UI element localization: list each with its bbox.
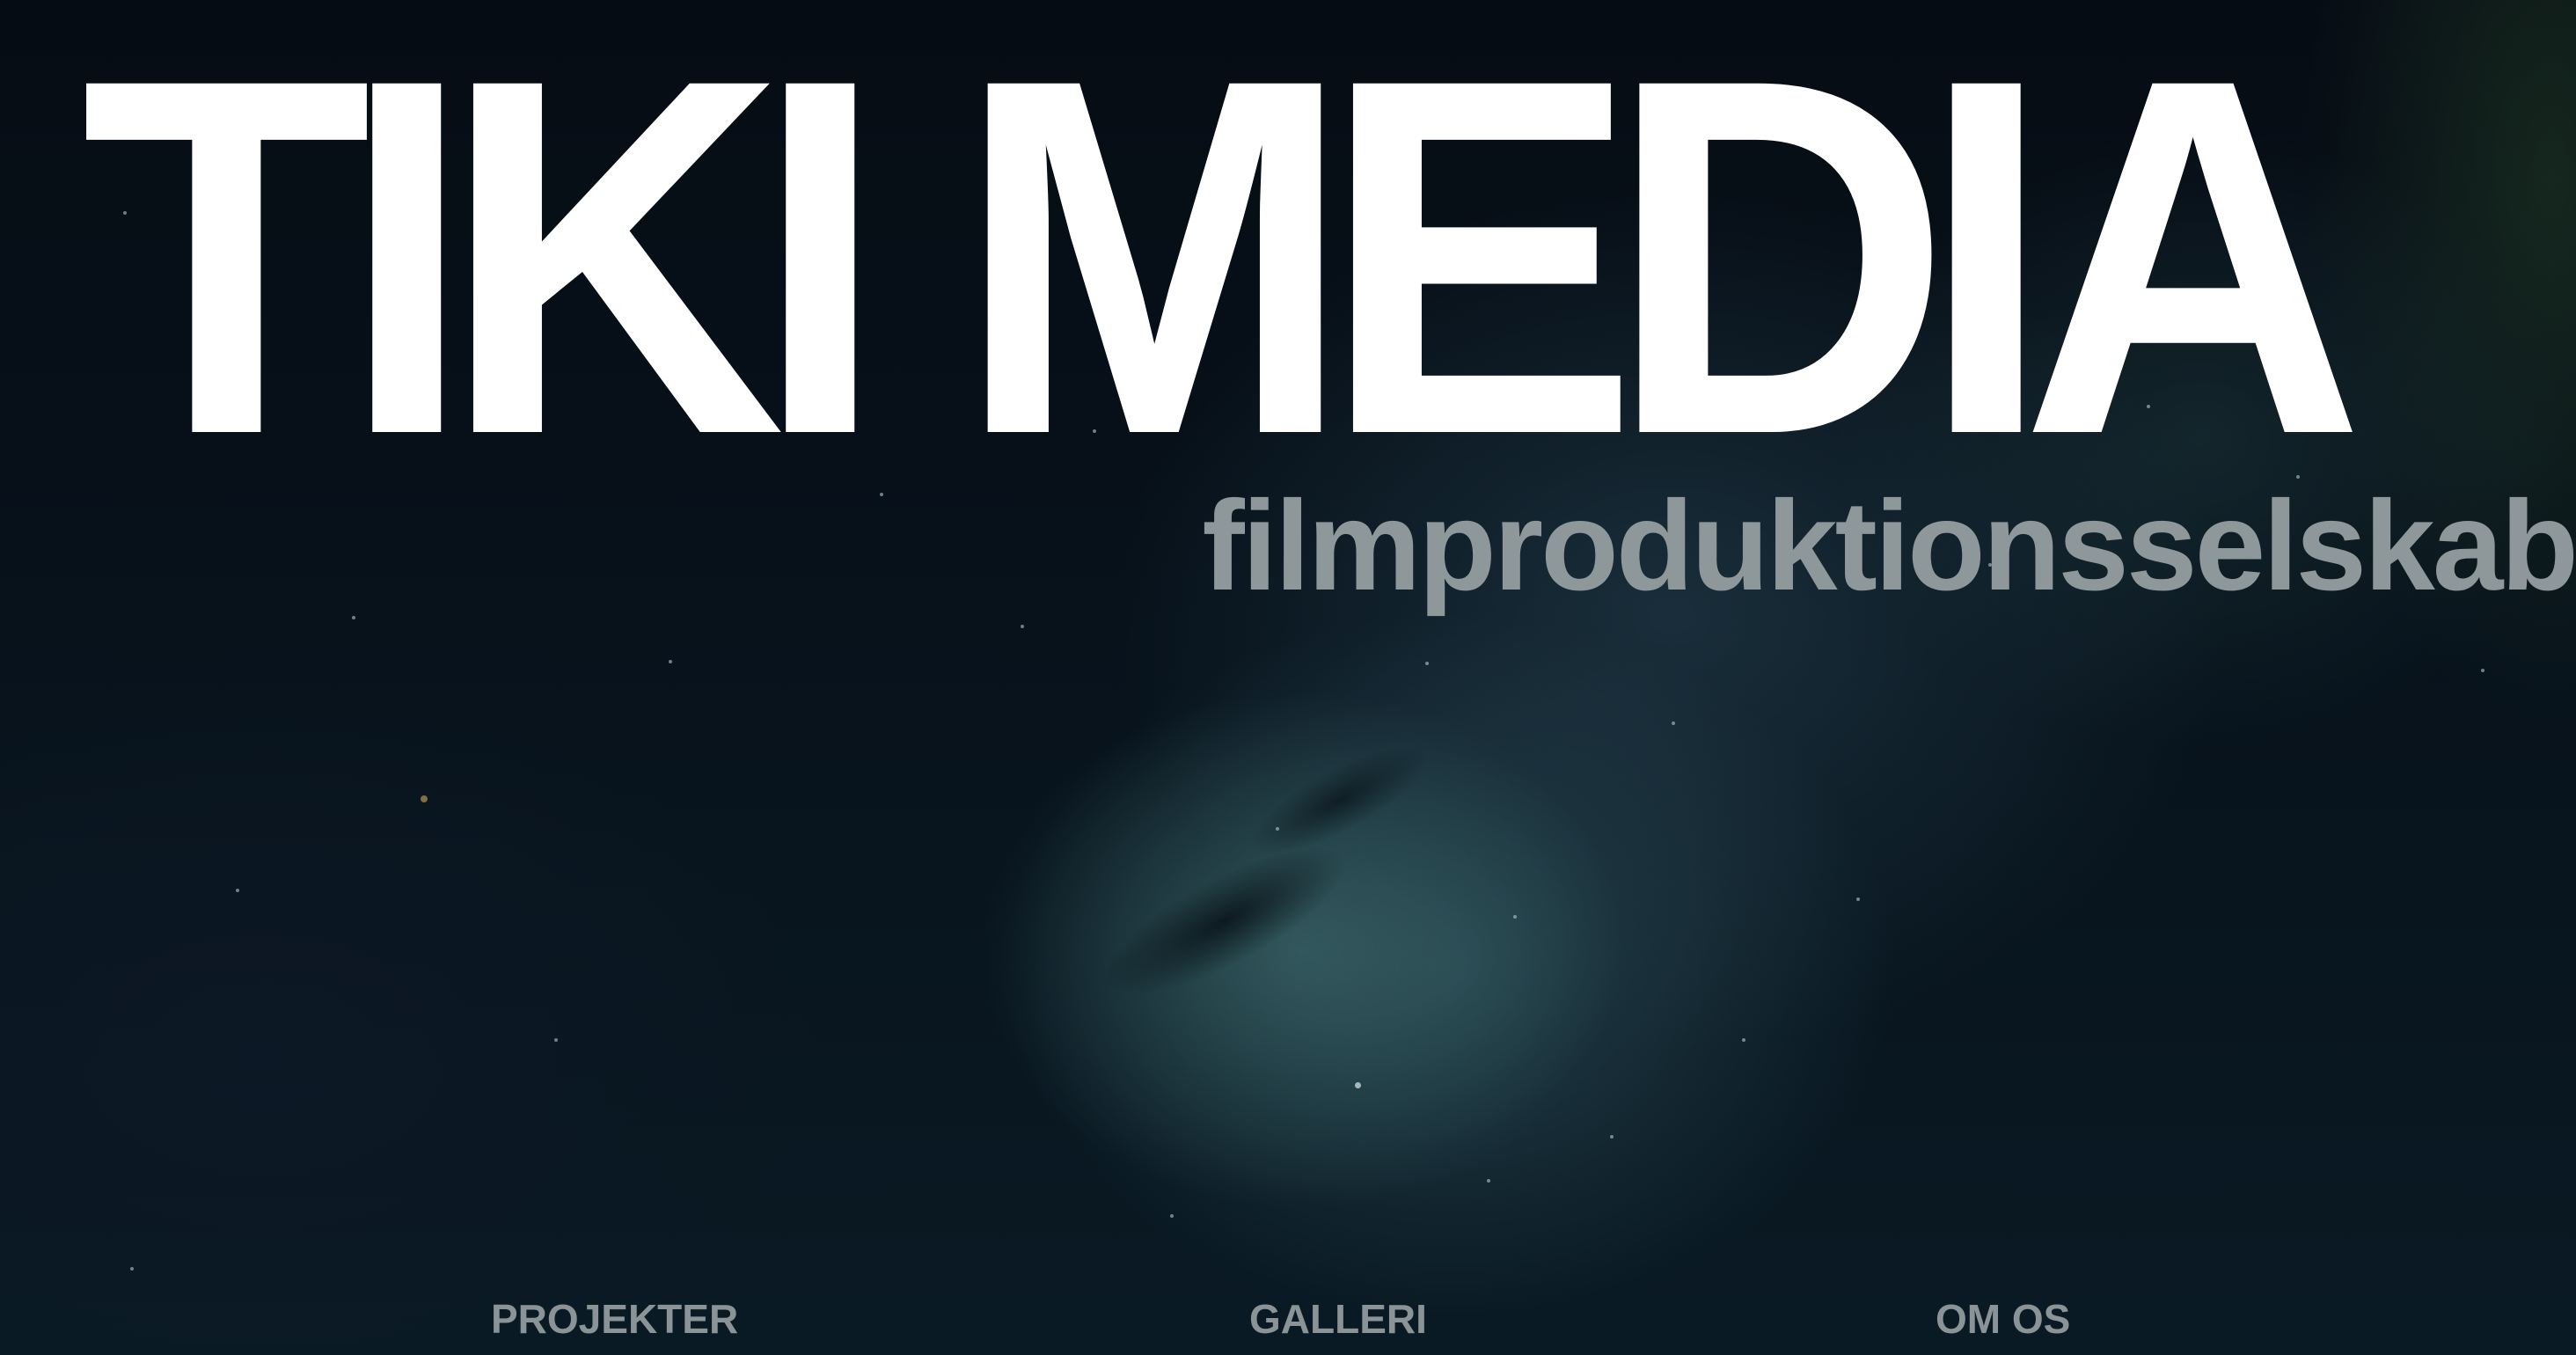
nav-link-projekter[interactable]: PROJEKTER <box>491 1299 738 1339</box>
star <box>1170 1214 1174 1218</box>
star <box>236 889 239 892</box>
star <box>1425 662 1429 665</box>
star <box>1856 897 1860 901</box>
star <box>1355 1082 1361 1088</box>
star <box>1742 1038 1745 1042</box>
star <box>352 616 355 619</box>
star <box>421 795 428 802</box>
star <box>1672 721 1675 725</box>
nav-link-galleri[interactable]: GALLERI <box>1249 1299 1427 1339</box>
page: TIKI MEDIA filmproduktionsselskab PROJEK… <box>0 0 2576 1355</box>
star <box>130 1267 134 1271</box>
star <box>669 660 672 663</box>
nav-link-om-os[interactable]: OM OS <box>1936 1299 2070 1339</box>
star <box>1276 827 1279 831</box>
star <box>1610 1135 1614 1139</box>
site-tagline: filmproduktionsselskab <box>1202 474 2576 617</box>
star <box>554 1038 558 1042</box>
star <box>1021 625 1024 628</box>
star <box>2481 669 2485 672</box>
star <box>1487 1179 1490 1183</box>
main-navigation: PROJEKTER GALLERI OM OS <box>0 1293 2576 1355</box>
site-title: TIKI MEDIA <box>81 0 2365 540</box>
nebula-dust <box>1011 680 1523 1097</box>
star <box>1513 915 1517 919</box>
